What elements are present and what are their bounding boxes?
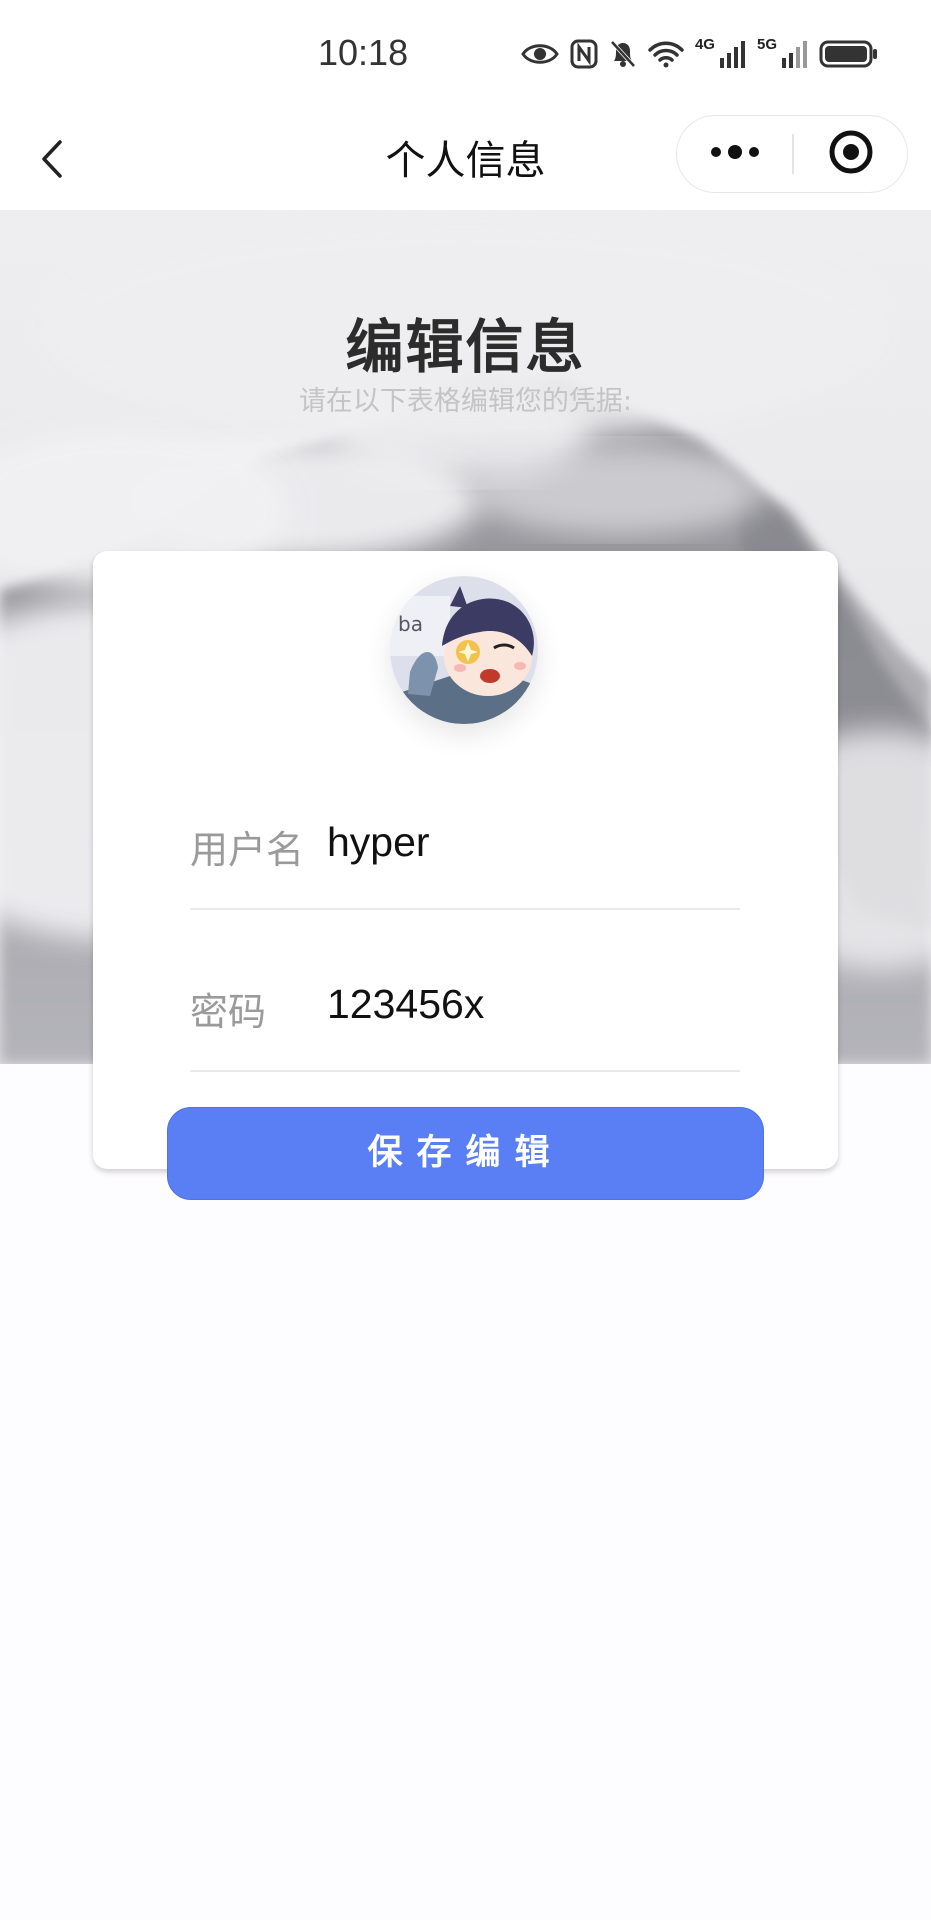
- password-input[interactable]: [327, 981, 727, 1028]
- target-circle-icon: [828, 129, 874, 179]
- save-button[interactable]: 保存编辑: [167, 1107, 764, 1200]
- avatar[interactable]: ba: [390, 576, 538, 724]
- wifi-icon: [648, 40, 684, 68]
- nav-bar: 个人信息: [0, 110, 931, 210]
- signal-5g-icon: [782, 40, 808, 68]
- bell-off-icon: [609, 39, 637, 69]
- status-bar: 10:18 4G 5G: [0, 0, 931, 110]
- battery-icon: [819, 39, 879, 69]
- close-button[interactable]: [794, 116, 907, 192]
- svg-text:ba: ba: [398, 612, 423, 636]
- more-dots-icon: [709, 144, 761, 164]
- nfc-icon: [570, 39, 598, 69]
- signal-4g-icon: [719, 40, 746, 68]
- hero-title: 编辑信息: [345, 313, 586, 381]
- hero-subtitle: 请在以下表格编辑您的凭据:: [298, 386, 633, 417]
- username-divider: [190, 908, 740, 910]
- net-label-4g: 4G: [694, 35, 715, 53]
- status-time: 10:18: [318, 32, 409, 73]
- password-divider: [190, 1070, 740, 1072]
- eye-icon: [521, 41, 559, 67]
- username-row: 用户名: [190, 799, 740, 889]
- more-button[interactable]: [677, 116, 792, 192]
- password-label: 密码: [190, 990, 267, 1034]
- password-row: 密码: [190, 961, 740, 1051]
- username-input[interactable]: [327, 819, 727, 866]
- status-icons: 4G 5G: [521, 36, 879, 72]
- mini-program-capsule: [676, 115, 908, 193]
- username-label: 用户名: [190, 828, 305, 872]
- net-label-5g: 5G: [756, 35, 777, 53]
- avatar-image: ba: [390, 576, 538, 724]
